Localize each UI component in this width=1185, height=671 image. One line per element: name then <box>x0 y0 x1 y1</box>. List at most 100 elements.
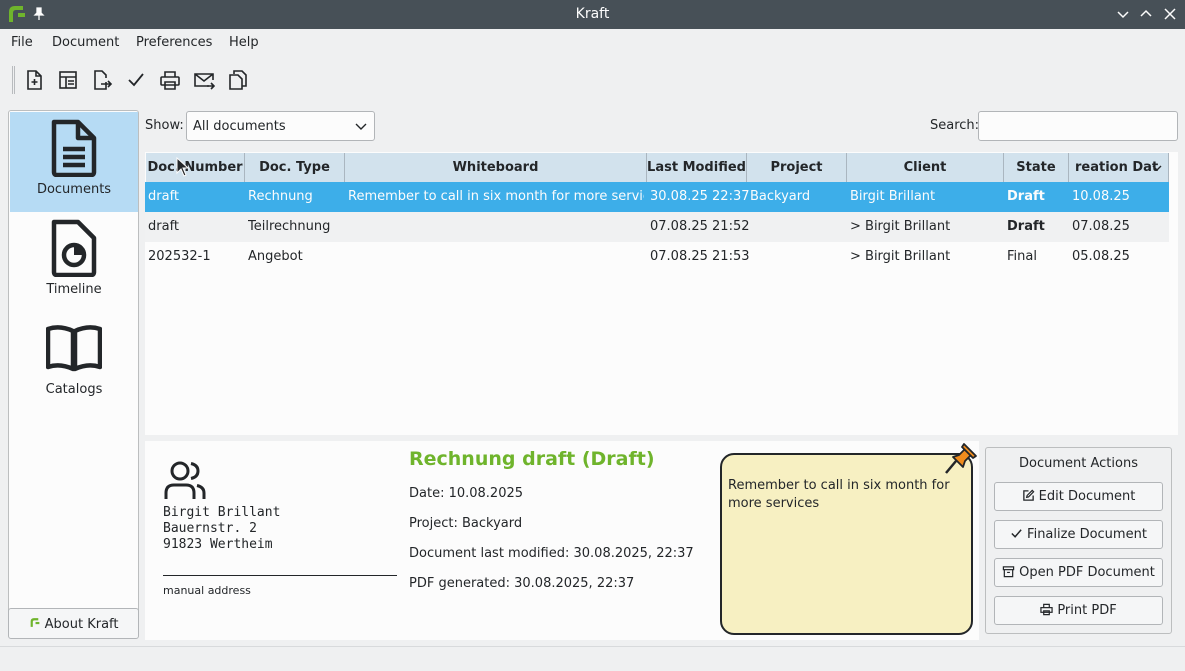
table-row[interactable]: draft Teilrechnung 07.08.25 21:52 > Birg… <box>145 212 1169 242</box>
print-icon <box>1040 603 1053 616</box>
whiteboard-note[interactable]: Remember to call in six month for more s… <box>720 453 973 635</box>
edit-document-button[interactable]: Edit Document <box>994 482 1163 511</box>
table-row[interactable]: 202532-1 Angebot 07.08.25 21:53 > Birgit… <box>145 242 1169 272</box>
cell-created: 10.08.25 <box>1072 189 1130 204</box>
cell-client: > Birgit Brillant <box>850 249 951 264</box>
column-header-doc-number[interactable]: Doc. Number <box>146 153 245 182</box>
close-icon[interactable] <box>1162 6 1178 22</box>
address-note: manual address <box>163 584 251 597</box>
pushpin-icon <box>945 443 977 474</box>
client-users-icon <box>164 461 206 499</box>
open-pdf-button[interactable]: Open PDF Document <box>994 558 1163 587</box>
document-actions-title: Document Actions <box>1019 456 1138 471</box>
column-header-client[interactable]: Client <box>847 153 1004 182</box>
cell-modified: 07.08.25 21:53 <box>650 249 750 264</box>
about-kraft-button[interactable]: About Kraft <box>8 608 139 639</box>
cell-type: Angebot <box>248 249 303 264</box>
copy-document-icon[interactable] <box>227 69 249 91</box>
mouse-cursor-icon <box>176 157 190 177</box>
window-title: Kraft <box>575 6 610 22</box>
title-bar: Kraft <box>0 0 1185 29</box>
cell-type: Rechnung <box>248 189 313 204</box>
finalize-document-button[interactable]: Finalize Document <box>994 520 1163 549</box>
finalize-check-icon[interactable] <box>125 69 147 91</box>
document-title: Rechnung draft (Draft) <box>409 448 655 470</box>
kraft-logo-icon <box>30 618 39 627</box>
cell-type: Teilrechnung <box>248 219 331 234</box>
document-last-modified: Document last modified: 30.08.2025, 22:3… <box>409 546 694 561</box>
column-header-project[interactable]: Project <box>747 153 847 182</box>
column-header-creation-date-label: reation Dat <box>1075 160 1159 175</box>
cell-whiteboard: Remember to call in six month for more s… <box>348 189 644 204</box>
document-pdf-generated: PDF generated: 30.08.2025, 22:37 <box>409 576 635 591</box>
sidebar: Documents Timeline Catalogs <box>8 110 139 628</box>
sidebar-item-label: Catalogs <box>45 382 103 397</box>
column-header-last-modified[interactable]: Last Modified <box>647 153 747 182</box>
cell-project: Backyard <box>750 189 811 204</box>
cell-number: draft <box>148 219 180 234</box>
column-header-doc-type[interactable]: Doc. Type <box>245 153 345 182</box>
export-document-icon[interactable] <box>91 69 113 91</box>
search-input[interactable] <box>978 111 1178 141</box>
column-header-whiteboard[interactable]: Whiteboard <box>345 153 647 182</box>
address-divider <box>163 575 397 576</box>
document-project: Project: Backyard <box>409 516 523 531</box>
documents-table: Doc. Number Doc. Type Whiteboard Last Mo… <box>145 152 1178 435</box>
cell-client: Birgit Brillant <box>850 189 936 204</box>
address-line: Bauernstr. 2 <box>163 521 257 536</box>
table-row[interactable]: draft Rechnung Remember to call in six m… <box>145 182 1169 212</box>
cell-number: 202532-1 <box>148 249 211 264</box>
address-line: 91823 Wertheim <box>163 537 273 552</box>
column-header-creation-date[interactable]: reation Dat <box>1069 153 1169 182</box>
chevron-down-icon <box>355 123 367 130</box>
maximize-icon[interactable] <box>1138 6 1154 22</box>
cell-modified: 30.08.25 22:37 <box>650 189 750 204</box>
menu-help[interactable]: Help <box>229 35 259 50</box>
show-label: Show: <box>145 118 184 133</box>
cell-client: > Birgit Brillant <box>850 219 951 234</box>
print-icon[interactable] <box>159 69 181 91</box>
document-date: Date: 10.08.2025 <box>409 486 524 501</box>
new-document-icon[interactable] <box>23 69 45 91</box>
column-header-state[interactable]: State <box>1004 153 1069 182</box>
sidebar-item-catalogs[interactable]: Catalogs <box>10 312 138 412</box>
book-icon <box>46 325 102 372</box>
address-line: Birgit Brillant <box>163 505 281 520</box>
send-mail-icon[interactable] <box>193 69 215 91</box>
finalize-document-label: Finalize Document <box>1027 527 1147 542</box>
document-icon <box>51 119 97 177</box>
open-pdf-label: Open PDF Document <box>1019 565 1155 580</box>
print-pdf-label: Print PDF <box>1057 603 1117 618</box>
sidebar-item-label: Documents <box>36 182 112 197</box>
cell-created: 07.08.25 <box>1072 219 1130 234</box>
about-kraft-label: About Kraft <box>44 617 119 632</box>
edit-icon <box>1022 489 1035 501</box>
show-filter-value: All documents <box>193 119 286 134</box>
sidebar-item-label: Timeline <box>46 282 102 297</box>
search-label: Search: <box>930 118 980 133</box>
minimize-icon[interactable] <box>1115 6 1131 22</box>
show-filter-select[interactable]: All documents <box>186 111 375 141</box>
cell-state: Draft <box>1007 219 1045 234</box>
edit-document-label: Edit Document <box>1038 489 1136 504</box>
cell-state: Draft <box>1007 189 1045 204</box>
sidebar-item-timeline[interactable]: Timeline <box>10 212 138 312</box>
archive-icon <box>1002 566 1015 578</box>
document-template-icon[interactable] <box>57 69 79 91</box>
cell-number: draft <box>148 189 180 204</box>
menu-file[interactable]: File <box>11 35 33 50</box>
cell-modified: 07.08.25 21:52 <box>650 219 750 234</box>
menu-preferences[interactable]: Preferences <box>136 35 212 50</box>
document-actions-panel: Document Actions Edit Document Finalize … <box>985 447 1172 634</box>
timeline-icon <box>51 219 97 277</box>
toolbar-grip[interactable] <box>12 66 15 94</box>
sort-descending-icon <box>1152 165 1162 171</box>
cell-state: Final <box>1007 249 1037 264</box>
menu-document[interactable]: Document <box>52 35 119 50</box>
cell-created: 05.08.25 <box>1072 249 1130 264</box>
status-bar <box>0 646 1185 671</box>
check-icon <box>1011 529 1022 538</box>
sidebar-item-documents[interactable]: Documents <box>10 112 138 212</box>
toolbar <box>0 57 1185 103</box>
print-pdf-button[interactable]: Print PDF <box>994 596 1163 625</box>
